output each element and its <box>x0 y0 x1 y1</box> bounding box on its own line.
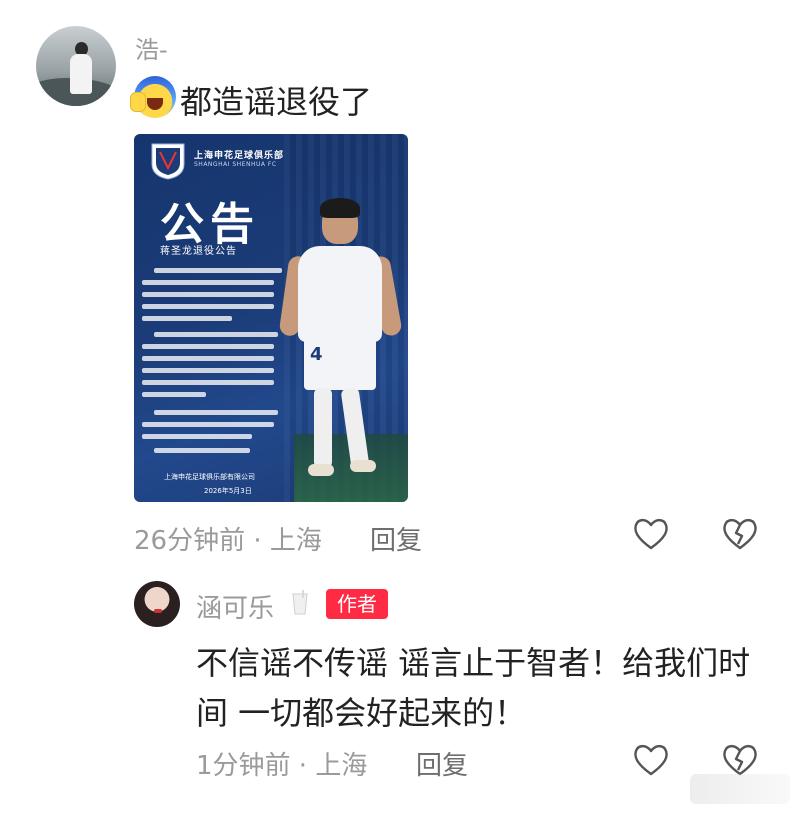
poster-body-line <box>154 268 282 273</box>
reply-button[interactable]: 回复 <box>416 745 468 782</box>
heart-outline-icon[interactable] <box>631 514 671 554</box>
poster-body-line <box>142 344 274 349</box>
cup-icon <box>292 590 308 615</box>
poster-body-line <box>154 332 278 337</box>
poster-body-line <box>142 316 232 321</box>
comment-username[interactable]: 浩- <box>135 30 168 65</box>
poster-body-line <box>142 280 274 285</box>
poster-subtitle: 蒋圣龙退役公告 <box>160 246 237 257</box>
comment-meta: 26分钟前 · 上海 <box>134 526 322 556</box>
crying-face-emoji-icon <box>130 76 176 118</box>
poster-date: 2026年5月3日 <box>204 487 252 495</box>
comment-text: 都造谣退役了 <box>180 83 373 121</box>
poster-body-line <box>142 304 274 309</box>
shenhua-crest-icon <box>151 143 185 180</box>
poster-body-line <box>142 422 274 427</box>
retirement-announcement-image[interactable]: 上海申花足球俱乐部 SHANGHAI SHENHUA FC 公告 蒋圣龙退役公告… <box>134 134 408 502</box>
club-name-cn: 上海申花足球俱乐部 <box>194 151 285 161</box>
author-badge: 作者 <box>326 589 388 619</box>
reply-text: 不信谣不传谣 谣言止于智者！给我们时间 一切都会好起来的！ <box>196 644 751 732</box>
poster-body-line <box>142 356 274 361</box>
poster-body-line <box>142 434 252 439</box>
avatar-author[interactable] <box>134 581 180 627</box>
poster-body-line <box>154 448 250 453</box>
poster-body-line <box>142 292 274 297</box>
reply-username[interactable]: 涵可乐 <box>196 588 274 625</box>
broken-heart-icon[interactable] <box>720 514 760 554</box>
poster-body-line <box>154 410 278 415</box>
jersey-number: 4 <box>310 344 323 365</box>
poster-signoff: 上海申花足球俱乐部有限公司 <box>164 473 255 481</box>
poster-body-line <box>142 380 274 385</box>
avatar-hao[interactable] <box>36 26 116 106</box>
player-figure: 4 <box>274 194 404 494</box>
avatar-person-body <box>70 54 92 94</box>
heart-outline-icon[interactable] <box>631 740 671 780</box>
reply-meta: 1分钟前 · 上海 <box>196 751 368 781</box>
club-name-en: SHANGHAI SHENHUA FC <box>194 161 277 168</box>
poster-body-line <box>142 368 274 373</box>
reply-button[interactable]: 回复 <box>370 520 422 557</box>
watermark <box>690 774 790 804</box>
poster-body-line <box>142 392 206 397</box>
